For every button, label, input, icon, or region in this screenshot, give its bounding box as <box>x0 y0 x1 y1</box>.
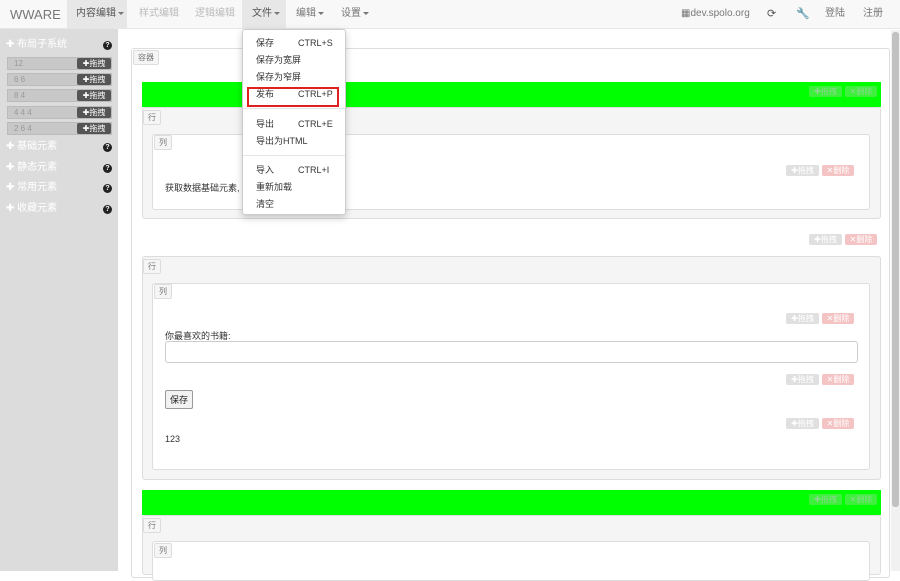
help-icon[interactable]: ? <box>103 184 112 193</box>
delete-button[interactable]: ✕删除 <box>822 165 854 176</box>
site-link[interactable]: ▦dev.spolo.org <box>681 0 750 28</box>
layout-row-item[interactable]: 2 6 4 ✚拖拽 <box>7 122 112 135</box>
plus-icon: ✚ <box>6 39 18 50</box>
delete-button[interactable]: ✕删除 <box>822 418 854 429</box>
menu-divider <box>243 108 345 109</box>
drag-button[interactable]: ✚拖拽 <box>786 165 819 176</box>
file-dropdown-menu: 保存 CTRL+S 保存为宽屏 保存为窄屏 发布 CTRL+P 导出 CTRL+E 导… <box>242 29 346 215</box>
delete-button[interactable]: ✕删除 <box>845 86 877 97</box>
menu-item-reload[interactable]: 重新加载 <box>243 179 345 195</box>
row-tag: 行 <box>143 518 161 533</box>
drag-button[interactable]: ✚拖拽 <box>77 74 111 85</box>
number-text: 123 <box>165 434 181 444</box>
nav-settings[interactable]: 设置 <box>341 0 369 28</box>
nav-style-edit[interactable]: 样式编辑 <box>139 0 179 28</box>
drag-button[interactable]: ✚拖拽 <box>786 374 819 385</box>
nav-file[interactable]: 文件 <box>242 0 286 28</box>
nav-logic-edit[interactable]: 逻辑编辑 <box>195 0 235 28</box>
drag-button[interactable]: ✚拖拽 <box>809 86 842 97</box>
delete-button[interactable]: ✕删除 <box>845 494 877 505</box>
plus-icon: ✚ <box>6 141 18 152</box>
scrollbar-thumb[interactable] <box>892 32 899 507</box>
menu-item-save-narrow[interactable]: 保存为窄屏 <box>243 69 345 85</box>
row-tag: 行 <box>143 259 161 274</box>
drag-button[interactable]: ✚拖拽 <box>809 494 842 505</box>
top-navbar: WWARE 内容编辑 样式编辑 逻辑编辑 文件 编辑 设置 ▦dev.spolo… <box>0 0 900 29</box>
sidebar-header-static[interactable]: ✚ 静态元素 <box>6 160 57 176</box>
nav-edit[interactable]: 编辑 <box>296 0 324 28</box>
drag-button[interactable]: ✚拖拽 <box>77 123 111 134</box>
column-tag: 列 <box>154 284 172 299</box>
wrench-icon[interactable]: 🔧 <box>796 7 810 20</box>
chevron-down-icon <box>363 11 369 15</box>
drag-button[interactable]: ✚拖拽 <box>77 90 111 101</box>
menu-divider <box>243 155 345 156</box>
column-tag: 列 <box>154 543 172 558</box>
drag-button[interactable]: ✚拖拽 <box>786 313 819 324</box>
menu-item-save-wide[interactable]: 保存为宽屏 <box>243 52 345 68</box>
help-icon[interactable]: ? <box>103 164 112 173</box>
brand-logo[interactable]: WWARE <box>10 7 61 22</box>
sidebar-header-basic[interactable]: ✚ 基础元素 <box>6 139 57 155</box>
drag-button[interactable]: ✚拖拽 <box>77 107 111 118</box>
column-tag: 列 <box>154 135 172 150</box>
refresh-icon[interactable]: ⟳ <box>767 7 776 20</box>
register-link[interactable]: 注册 <box>863 0 883 28</box>
vertical-scrollbar[interactable] <box>891 30 900 571</box>
container-tag: 容器 <box>133 50 159 65</box>
delete-button[interactable]: ✕删除 <box>845 234 877 245</box>
layout-row-item[interactable]: 12 ✚拖拽 <box>7 57 112 70</box>
menu-item-save[interactable]: 保存 CTRL+S <box>243 35 345 51</box>
save-button[interactable]: 保存 <box>165 390 194 409</box>
menu-item-import[interactable]: 导入 CTRL+I <box>243 162 345 178</box>
nav-content-edit[interactable]: 内容编辑 <box>67 0 127 28</box>
menu-item-export[interactable]: 导出 CTRL+E <box>243 116 345 132</box>
chevron-down-icon <box>318 11 324 15</box>
layout-row-item[interactable]: 8 4 ✚拖拽 <box>7 89 112 102</box>
help-icon[interactable]: ? <box>103 205 112 214</box>
book-input[interactable] <box>165 341 858 363</box>
chevron-down-icon <box>274 11 280 15</box>
sidebar-header-layout[interactable]: ✚ 布局子系统 <box>6 37 67 53</box>
sidebar: ✚ 布局子系统 ? 12 ✚拖拽 6 6 ✚拖拽 8 4 ✚拖拽 4 4 4 ✚拖拽 2… <box>0 29 118 571</box>
menu-item-clear[interactable]: 清空 <box>243 196 345 212</box>
plus-icon: ✚ <box>6 182 18 193</box>
help-icon[interactable]: ? <box>103 143 112 152</box>
delete-button[interactable]: ✕删除 <box>822 374 854 385</box>
row-tag: 行 <box>143 110 161 125</box>
container-green-bar <box>142 490 881 515</box>
layout-row-item[interactable]: 6 6 ✚拖拽 <box>7 73 112 86</box>
column-box[interactable] <box>152 541 870 581</box>
drag-button[interactable]: ✚拖拽 <box>786 418 819 429</box>
data-element-text: 获取数据基础元素, <box>165 183 240 193</box>
drag-button[interactable]: ✚拖拽 <box>809 234 842 245</box>
publish-highlight-box <box>247 87 339 107</box>
plus-icon: ✚ <box>6 162 18 173</box>
menu-item-export-html[interactable]: 导出为HTML <box>243 133 345 149</box>
column-box[interactable] <box>152 283 870 470</box>
drag-button[interactable]: ✚拖拽 <box>77 58 111 69</box>
sidebar-header-common[interactable]: ✚ 常用元素 <box>6 180 57 196</box>
layout-row-item[interactable]: 4 4 4 ✚拖拽 <box>7 106 112 119</box>
delete-button[interactable]: ✕删除 <box>822 313 854 324</box>
sidebar-header-favorites[interactable]: ✚ 收藏元素 <box>6 201 57 217</box>
chevron-down-icon <box>118 11 124 15</box>
help-icon[interactable]: ? <box>103 41 112 50</box>
plus-icon: ✚ <box>6 203 18 214</box>
login-link[interactable]: 登陆 <box>825 0 845 28</box>
